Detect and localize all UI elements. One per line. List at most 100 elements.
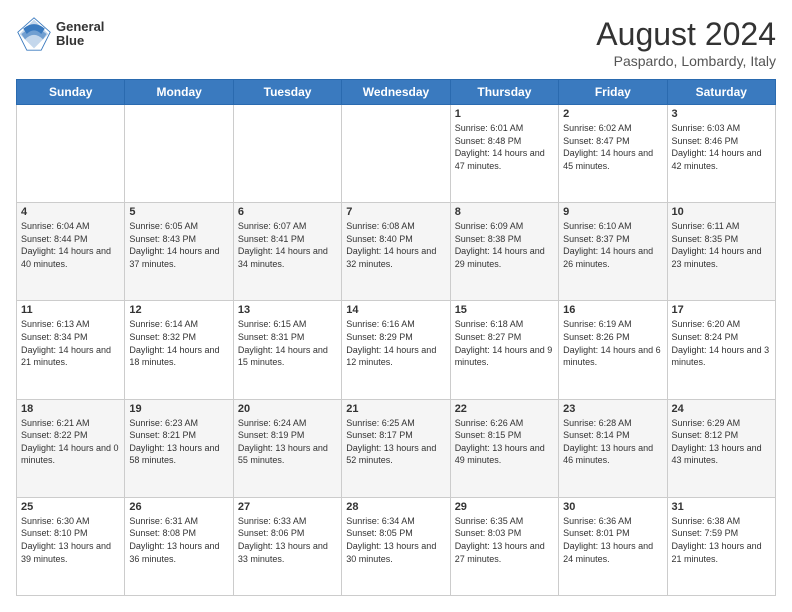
day-info: Sunrise: 6:04 AM Sunset: 8:44 PM Dayligh… (21, 220, 120, 270)
day-number: 26 (129, 501, 228, 513)
day-number: 19 (129, 403, 228, 415)
calendar-week-row: 18 Sunrise: 6:21 AM Sunset: 8:22 PM Dayli… (17, 399, 776, 497)
calendar-cell: 20Sunrise: 6:24 AM Sunset: 8:19 PM Dayli… (233, 399, 341, 497)
day-info: Sunrise: 6:19 AM Sunset: 8:26 PM Dayligh… (563, 318, 662, 368)
day-info: Sunrise: 6:09 AM Sunset: 8:38 PM Dayligh… (455, 220, 554, 270)
day-info: Sunrise: 6:08 AM Sunset: 8:40 PM Dayligh… (346, 220, 445, 270)
day-info: Sunrise: 6:03 AM Sunset: 8:46 PM Dayligh… (672, 122, 771, 172)
day-info: Sunrise: 6:15 AM Sunset: 8:31 PM Dayligh… (238, 318, 337, 368)
day-info: Sunrise: 6:14 AM Sunset: 8:32 PM Dayligh… (129, 318, 228, 368)
calendar-cell: 9 Sunrise: 6:10 AM Sunset: 8:37 PM Daylig… (559, 203, 667, 301)
day-number: 3 (672, 108, 771, 120)
day-info: Sunrise: 6:25 AM Sunset: 8:17 PM Dayligh… (346, 417, 445, 467)
day-of-week-header: Friday (559, 80, 667, 105)
day-info: Sunrise: 6:31 AM Sunset: 8:08 PM Dayligh… (129, 515, 228, 565)
calendar-cell: 14 Sunrise: 6:16 AM Sunset: 8:29 PM Dayli… (342, 301, 450, 399)
calendar-cell: 13 Sunrise: 6:15 AM Sunset: 8:31 PM Dayli… (233, 301, 341, 399)
day-of-week-header: Wednesday (342, 80, 450, 105)
calendar-week-row: 4 Sunrise: 6:04 AM Sunset: 8:44 PM Daylig… (17, 203, 776, 301)
title-block: August 2024 Paspardo, Lombardy, Italy (596, 16, 776, 69)
day-number: 14 (346, 304, 445, 316)
day-info: Sunrise: 6:30 AM Sunset: 8:10 PM Dayligh… (21, 515, 120, 565)
calendar-cell: 29Sunrise: 6:35 AM Sunset: 8:03 PM Dayli… (450, 497, 558, 595)
calendar-cell: 3 Sunrise: 6:03 AM Sunset: 8:46 PM Daylig… (667, 105, 775, 203)
calendar-cell: 19 Sunrise: 6:23 AM Sunset: 8:21 PM Dayli… (125, 399, 233, 497)
day-info: Sunrise: 6:24 AM Sunset: 8:19 PM Dayligh… (238, 417, 337, 467)
day-number: 25 (21, 501, 120, 513)
day-info: Sunrise: 6:26 AM Sunset: 8:15 PM Dayligh… (455, 417, 554, 467)
day-number: 21 (346, 403, 445, 415)
calendar-week-row: 1 Sunrise: 6:01 AM Sunset: 8:48 PM Daylig… (17, 105, 776, 203)
calendar-cell: 7 Sunrise: 6:08 AM Sunset: 8:40 PM Daylig… (342, 203, 450, 301)
day-number: 30 (563, 501, 662, 513)
day-of-week-header: Thursday (450, 80, 558, 105)
calendar-week-row: 25 Sunrise: 6:30 AM Sunset: 8:10 PM Dayli… (17, 497, 776, 595)
day-info: Sunrise: 6:23 AM Sunset: 8:21 PM Dayligh… (129, 417, 228, 467)
day-number: 31 (672, 501, 771, 513)
logo: General Blue (16, 16, 104, 52)
day-info: Sunrise: 6:10 AM Sunset: 8:37 PM Dayligh… (563, 220, 662, 270)
day-number: 16 (563, 304, 662, 316)
calendar-cell: 6 Sunrise: 6:07 AM Sunset: 8:41 PM Daylig… (233, 203, 341, 301)
day-info: Sunrise: 6:07 AM Sunset: 8:41 PM Dayligh… (238, 220, 337, 270)
calendar-cell: 4 Sunrise: 6:04 AM Sunset: 8:44 PM Daylig… (17, 203, 125, 301)
day-info: Sunrise: 6:36 AM Sunset: 8:01 PM Dayligh… (563, 515, 662, 565)
location: Paspardo, Lombardy, Italy (596, 53, 776, 69)
logo-icon (16, 16, 52, 52)
calendar-cell: 28Sunrise: 6:34 AM Sunset: 8:05 PM Dayli… (342, 497, 450, 595)
calendar-cell: 10Sunrise: 6:11 AM Sunset: 8:35 PM Dayli… (667, 203, 775, 301)
day-info: Sunrise: 6:35 AM Sunset: 8:03 PM Dayligh… (455, 515, 554, 565)
day-info: Sunrise: 6:33 AM Sunset: 8:06 PM Dayligh… (238, 515, 337, 565)
calendar-cell: 15Sunrise: 6:18 AM Sunset: 8:27 PM Dayli… (450, 301, 558, 399)
page: General Blue August 2024 Paspardo, Lomba… (0, 0, 792, 612)
day-info: Sunrise: 6:11 AM Sunset: 8:35 PM Dayligh… (672, 220, 771, 270)
day-info: Sunrise: 6:01 AM Sunset: 8:48 PM Dayligh… (455, 122, 554, 172)
day-number: 13 (238, 304, 337, 316)
day-of-week-header: Sunday (17, 80, 125, 105)
day-info: Sunrise: 6:29 AM Sunset: 8:12 PM Dayligh… (672, 417, 771, 467)
day-number: 2 (563, 108, 662, 120)
day-number: 18 (21, 403, 120, 415)
calendar-cell: 8 Sunrise: 6:09 AM Sunset: 8:38 PM Daylig… (450, 203, 558, 301)
calendar-cell: 23 Sunrise: 6:28 AM Sunset: 8:14 PM Dayli… (559, 399, 667, 497)
day-info: Sunrise: 6:16 AM Sunset: 8:29 PM Dayligh… (346, 318, 445, 368)
calendar-cell: 25 Sunrise: 6:30 AM Sunset: 8:10 PM Dayli… (17, 497, 125, 595)
day-info: Sunrise: 6:28 AM Sunset: 8:14 PM Dayligh… (563, 417, 662, 467)
day-number: 7 (346, 206, 445, 218)
day-of-week-header: Saturday (667, 80, 775, 105)
calendar-cell: 12Sunrise: 6:14 AM Sunset: 8:32 PM Dayli… (125, 301, 233, 399)
day-number: 23 (563, 403, 662, 415)
calendar: SundayMondayTuesdayWednesdayThursdayFrid… (16, 79, 776, 596)
calendar-cell: 30 Sunrise: 6:36 AM Sunset: 8:01 PM Dayli… (559, 497, 667, 595)
calendar-cell: 17 Sunrise: 6:20 AM Sunset: 8:24 PM Dayli… (667, 301, 775, 399)
day-info: Sunrise: 6:20 AM Sunset: 8:24 PM Dayligh… (672, 318, 771, 368)
calendar-cell: 24 Sunrise: 6:29 AM Sunset: 8:12 PM Dayli… (667, 399, 775, 497)
logo-text: General Blue (56, 20, 104, 49)
day-number: 9 (563, 206, 662, 218)
calendar-cell: 11Sunrise: 6:13 AM Sunset: 8:34 PM Dayli… (17, 301, 125, 399)
day-info: Sunrise: 6:21 AM Sunset: 8:22 PM Dayligh… (21, 417, 120, 467)
calendar-cell: 31Sunrise: 6:38 AM Sunset: 7:59 PM Dayli… (667, 497, 775, 595)
day-number: 24 (672, 403, 771, 415)
day-number: 4 (21, 206, 120, 218)
month-title: August 2024 (596, 16, 776, 53)
day-number: 6 (238, 206, 337, 218)
day-number: 5 (129, 206, 228, 218)
day-number: 8 (455, 206, 554, 218)
calendar-cell: 16 Sunrise: 6:19 AM Sunset: 8:26 PM Dayli… (559, 301, 667, 399)
day-info: Sunrise: 6:34 AM Sunset: 8:05 PM Dayligh… (346, 515, 445, 565)
day-info: Sunrise: 6:02 AM Sunset: 8:47 PM Dayligh… (563, 122, 662, 172)
logo-line2: Blue (56, 34, 104, 48)
day-number: 1 (455, 108, 554, 120)
day-number: 17 (672, 304, 771, 316)
calendar-cell: 5 Sunrise: 6:05 AM Sunset: 8:43 PM Daylig… (125, 203, 233, 301)
calendar-header-row: SundayMondayTuesdayWednesdayThursdayFrid… (17, 80, 776, 105)
calendar-cell: 18 Sunrise: 6:21 AM Sunset: 8:22 PM Dayli… (17, 399, 125, 497)
calendar-cell (233, 105, 341, 203)
day-info: Sunrise: 6:05 AM Sunset: 8:43 PM Dayligh… (129, 220, 228, 270)
calendar-cell: 21 Sunrise: 6:25 AM Sunset: 8:17 PM Dayli… (342, 399, 450, 497)
calendar-cell: 27Sunrise: 6:33 AM Sunset: 8:06 PM Dayli… (233, 497, 341, 595)
logo-line1: General (56, 20, 104, 34)
calendar-cell: 1 Sunrise: 6:01 AM Sunset: 8:48 PM Daylig… (450, 105, 558, 203)
calendar-week-row: 11Sunrise: 6:13 AM Sunset: 8:34 PM Dayli… (17, 301, 776, 399)
